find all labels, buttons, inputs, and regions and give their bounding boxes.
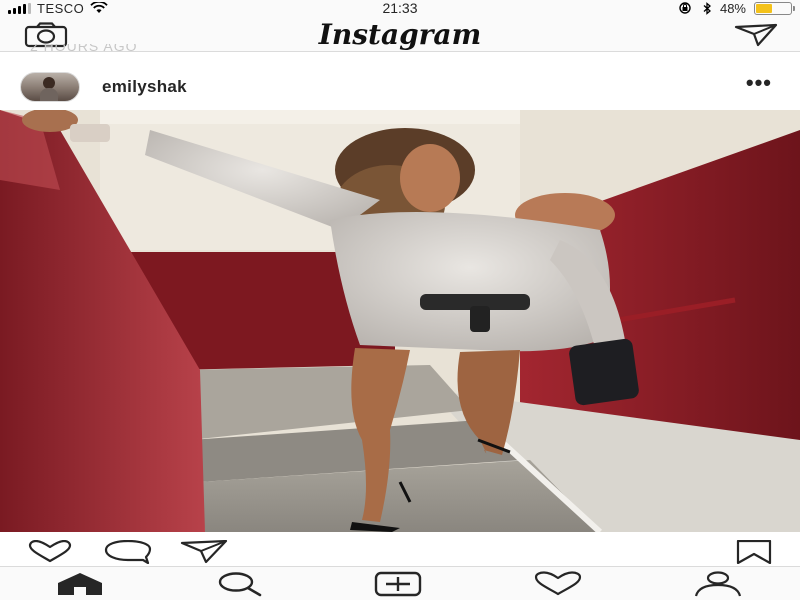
post-photo[interactable]: [0, 110, 800, 532]
battery-percent: 48%: [719, 0, 746, 16]
send-icon[interactable]: [180, 540, 228, 564]
home-icon[interactable]: [54, 571, 106, 597]
bottom-tab-bar: [0, 566, 800, 600]
heart-icon[interactable]: [26, 540, 74, 564]
search-icon[interactable]: [212, 571, 264, 597]
profile-icon[interactable]: [692, 571, 744, 597]
battery-icon: [754, 1, 795, 15]
previous-post-timestamp: 2 HOURS AGO: [30, 44, 138, 52]
post-actions: [0, 538, 800, 566]
post-header: emilyshak •••: [0, 62, 800, 110]
post-photo-illustration: [0, 110, 800, 532]
direct-message-icon[interactable]: [734, 23, 778, 47]
more-options-button[interactable]: •••: [746, 70, 772, 96]
bookmark-icon[interactable]: [734, 540, 774, 564]
battery-level: [756, 3, 773, 13]
orientation-lock-icon: [679, 2, 691, 14]
comment-icon[interactable]: [104, 540, 152, 564]
status-right: 48%: [676, 0, 795, 16]
bluetooth-icon: [703, 1, 711, 15]
activity-heart-icon[interactable]: [532, 571, 584, 597]
post-username[interactable]: emilyshak: [102, 77, 187, 97]
status-bar: TESCO 21:33 48%: [0, 0, 800, 16]
avatar[interactable]: [20, 72, 80, 102]
add-post-icon[interactable]: [372, 571, 424, 597]
